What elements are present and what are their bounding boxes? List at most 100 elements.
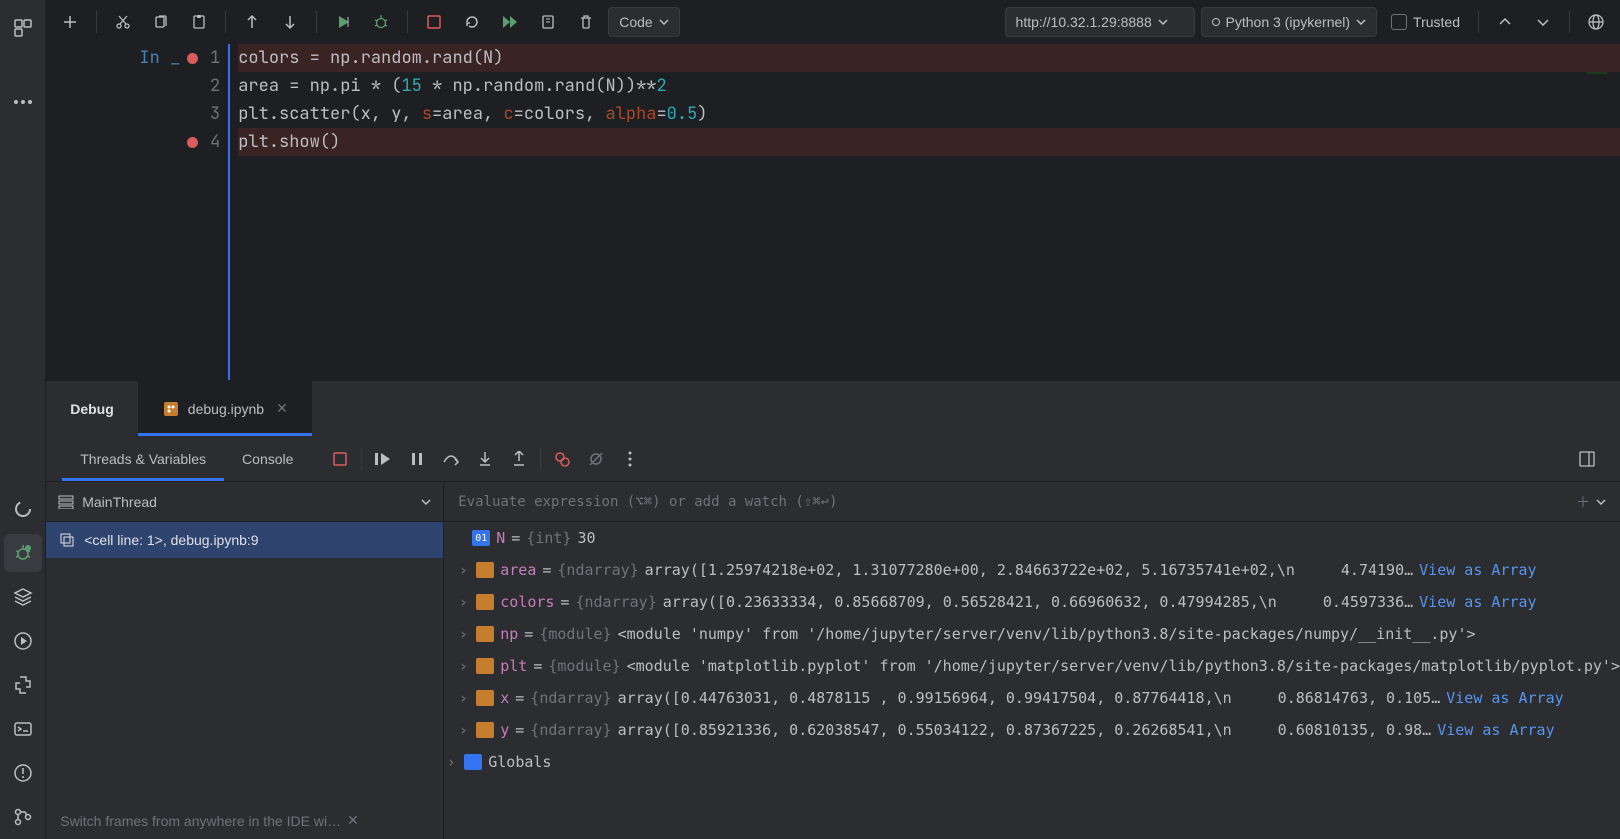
evaluate-input[interactable]: Evaluate expression (⌥⌘) or add a watch … [444,482,1620,522]
var-row[interactable]: › plt = {module} <module 'matplotlib.pyp… [444,650,1620,682]
array-icon [476,594,494,610]
var-row[interactable]: 01 N = {int} 30 [444,522,1620,554]
paste-button[interactable] [183,7,215,37]
var-row-globals[interactable]: › Globals [444,746,1620,778]
thread-name: MainThread [82,494,157,510]
debug-cell-button[interactable] [365,7,397,37]
eval-placeholder: Evaluate expression (⌥⌘) or add a watch … [458,494,837,510]
thread-selector[interactable]: MainThread [46,482,443,522]
kernel-label: Python 3 (ipykernel) [1226,14,1351,30]
var-row[interactable]: › y = {ndarray} array([0.85921336, 0.620… [444,714,1620,746]
collapse-up-button[interactable] [1489,7,1521,37]
view-as-array-link[interactable]: View as Array [1437,721,1554,739]
close-icon[interactable]: ✕ [276,400,288,417]
globe-icon[interactable] [1580,7,1612,37]
cell-type-select[interactable]: Code [608,7,679,37]
breakpoint-icon[interactable] [187,53,198,64]
cut-button[interactable] [107,7,139,37]
frame-icon [60,533,74,547]
warning-icon[interactable] [4,754,42,792]
hint-text: Switch frames from anywhere in the IDE w… [46,802,443,839]
add-watch-icon[interactable]: ＋ [1570,492,1596,512]
restart-button[interactable] [456,7,488,37]
step-into-button[interactable] [468,444,502,474]
stack-frame-label: <cell line: 1>, debug.ipynb:9 [84,532,258,548]
stop-debug-button[interactable] [323,444,357,474]
chevron-right-icon[interactable]: › [444,753,458,771]
stack-frame[interactable]: <cell line: 1>, debug.ipynb:9 [46,522,443,558]
layers-icon[interactable] [4,578,42,616]
server-url-label: http://10.32.1.29:8888 [1016,14,1152,30]
close-hint-icon[interactable]: ✕ [347,812,359,829]
copy-button[interactable] [145,7,177,37]
progress-icon[interactable] [4,490,42,528]
var-row[interactable]: › colors = {ndarray} array([0.23633334, … [444,586,1620,618]
notebook-icon [162,400,180,418]
chevron-right-icon[interactable]: › [456,593,470,611]
run-all-button[interactable] [494,7,526,37]
chevron-right-icon[interactable]: › [456,625,470,643]
resume-button[interactable] [366,444,400,474]
var-row[interactable]: › area = {ndarray} array([1.25974218e+02… [444,554,1620,586]
step-out-button[interactable] [502,444,536,474]
add-cell-button[interactable] [54,7,86,37]
move-down-button[interactable] [274,7,306,37]
tab-debug[interactable]: Debug [46,381,138,436]
tab-debug-file[interactable]: debug.ipynb ✕ [138,381,312,436]
expand-down-button[interactable] [1527,7,1559,37]
cell-prompt: In _ [139,44,180,72]
kernel-select[interactable]: Python 3 (ipykernel) [1201,7,1378,37]
var-row[interactable]: › x = {ndarray} array([0.44763031, 0.487… [444,682,1620,714]
trusted-label: Trusted [1413,14,1460,30]
stop-button[interactable] [418,7,450,37]
chevron-right-icon[interactable]: › [456,689,470,707]
delete-button[interactable] [570,7,602,37]
tab-file-label: debug.ipynb [188,401,264,417]
globals-icon [464,754,482,770]
int-icon: 01 [472,530,490,546]
run-cell-button[interactable] [327,7,359,37]
view-breakpoints-button[interactable] [545,444,579,474]
chevron-right-icon[interactable]: › [456,657,470,675]
array-icon [476,690,494,706]
variables-button[interactable] [532,7,564,37]
more-horizontal-icon[interactable] [4,83,42,121]
code-area[interactable]: colors = np.random.rand(N) area = np.pi … [238,44,1620,156]
chevron-down-icon [421,499,431,505]
step-over-button[interactable] [434,444,468,474]
module-icon [476,626,494,642]
terminal-icon[interactable] [4,710,42,748]
subtab-threads-variables[interactable]: Threads & Variables [62,436,224,481]
line-number: 4 [210,131,220,153]
chevron-down-icon[interactable] [1596,499,1606,505]
mute-breakpoints-button[interactable] [579,444,613,474]
code-editor[interactable]: In _ 1 2 3 4 colors = np.random.rand(N) a… [46,44,1620,380]
view-as-array-link[interactable]: View as Array [1419,593,1536,611]
view-as-array-link[interactable]: View as Array [1419,561,1536,579]
layout-icon[interactable] [1570,444,1604,474]
cell-type-label: Code [619,14,652,30]
subtab-console[interactable]: Console [224,436,311,481]
run-icon[interactable] [4,622,42,660]
debug-icon[interactable] [4,534,42,572]
breakpoint-icon[interactable] [187,137,198,148]
variables-list: 01 N = {int} 30 › area = {ndarray} array… [444,522,1620,839]
python-icon[interactable] [4,666,42,704]
git-icon[interactable] [4,798,42,836]
chevron-right-icon[interactable]: › [456,721,470,739]
view-as-array-link[interactable]: View as Array [1446,689,1563,707]
line-number: 3 [210,103,220,125]
array-icon [476,562,494,578]
notebook-toolbar: Code http://10.32.1.29:8888 Python 3 (ip… [46,0,1620,44]
chevron-right-icon[interactable]: › [456,561,470,579]
move-up-button[interactable] [236,7,268,37]
line-number: 2 [210,75,220,97]
tool-window-icon[interactable] [4,9,42,47]
more-icon[interactable] [613,444,647,474]
trusted-toggle[interactable]: Trusted [1383,14,1468,30]
server-url-select[interactable]: http://10.32.1.29:8888 [1005,7,1195,37]
editor-gutter[interactable]: In _ 1 2 3 4 [46,44,230,380]
pause-button[interactable] [400,444,434,474]
line-number: 1 [210,47,220,69]
var-row[interactable]: › np = {module} <module 'numpy' from '/h… [444,618,1620,650]
